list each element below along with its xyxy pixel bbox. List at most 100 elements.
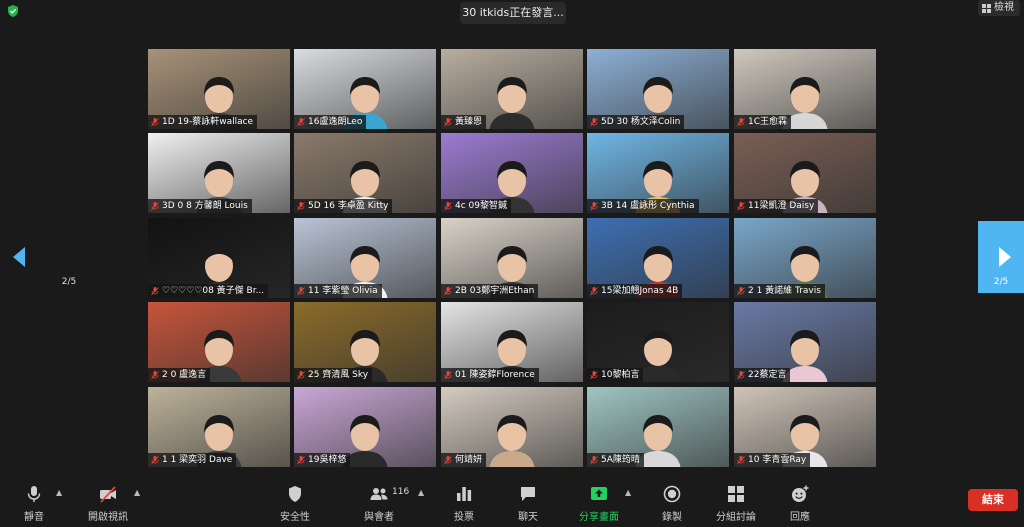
- participant-name: 何靖妍: [455, 455, 483, 465]
- participant-name-bar: 1C王愈霖: [734, 115, 792, 129]
- share-screen-icon: [591, 487, 607, 500]
- audio-options-caret-icon[interactable]: ▲: [56, 488, 62, 497]
- active-speaker-banner: 30 itkids正在發言...: [460, 2, 566, 24]
- participant-name: 11 李紫瑩 Olivia: [308, 286, 378, 296]
- participant-tile[interactable]: 11 李紫瑩 Olivia: [294, 218, 436, 298]
- mic-muted-icon: [444, 202, 452, 211]
- poll-button[interactable]: 投票: [452, 484, 476, 524]
- security-button[interactable]: 安全性: [278, 484, 312, 524]
- breakout-rooms-icon: [728, 486, 744, 502]
- participant-name-bar: 5D 16 李卓盈 Kitty: [294, 199, 393, 213]
- mic-muted-icon: [737, 202, 745, 211]
- participant-tile[interactable]: 2B 03鄭宇洲Ethan: [441, 218, 583, 298]
- participant-name: 5A陳筠晴: [601, 455, 640, 465]
- participant-name: 25 齊清風 Sky: [308, 370, 369, 380]
- participant-name: 2 0 盧逸言: [162, 370, 207, 380]
- participant-name: 15梁加翹Jonas 4B: [601, 286, 679, 296]
- participant-name-bar: 5D 30 杨文泽Colin: [587, 115, 685, 129]
- participant-tile[interactable]: 10黎柏言: [587, 302, 729, 382]
- participant-count: 116: [392, 487, 410, 497]
- chat-button[interactable]: 聊天: [516, 484, 540, 524]
- mic-muted-icon: [590, 202, 598, 211]
- participant-name-bar: 19吳梓悠: [294, 453, 351, 467]
- participant-tile[interactable]: 22蔡定言: [734, 302, 876, 382]
- participant-name-bar: 2 0 盧逸言: [148, 368, 211, 382]
- mic-muted-icon: [151, 456, 159, 465]
- next-page-indicator: 2/5: [993, 277, 1009, 287]
- participant-name: 2 1 黃諾維 Travis: [748, 286, 821, 296]
- participant-tile[interactable]: ♡♡♡♡♡08 黃子傑 Br...: [148, 218, 290, 298]
- participant-tile[interactable]: 3D 0 8 方馨朗 Louis: [148, 133, 290, 213]
- chat-bubble-icon: [521, 487, 535, 501]
- breakout-rooms-button[interactable]: 分組討論: [714, 484, 758, 524]
- mute-label: 靜音: [24, 512, 44, 523]
- reactions-button[interactable]: 回應: [786, 484, 814, 524]
- end-meeting-button[interactable]: 結束: [968, 489, 1018, 511]
- smiley-plus-icon: [792, 485, 809, 502]
- participant-tile[interactable]: 何靖妍: [441, 387, 583, 467]
- next-page-button[interactable]: 2/5: [978, 221, 1024, 293]
- participant-tile[interactable]: 1 1 梁奕羽 Dave: [148, 387, 290, 467]
- participant-tile[interactable]: 5D 16 李卓盈 Kitty: [294, 133, 436, 213]
- previous-page-button[interactable]: 2/5: [0, 221, 76, 293]
- participant-tile[interactable]: 1D 19-蔡詠軒wallace: [148, 49, 290, 129]
- participant-tile[interactable]: 11梁凱澄 Daisy: [734, 133, 876, 213]
- participant-name: 10 李青雲Ray: [748, 455, 807, 465]
- chat-label: 聊天: [518, 512, 538, 523]
- participant-tile[interactable]: 25 齊清風 Sky: [294, 302, 436, 382]
- mic-muted-icon: [297, 118, 305, 127]
- participant-tile[interactable]: 5A陳筠晴: [587, 387, 729, 467]
- share-options-caret-icon[interactable]: ▲: [625, 488, 631, 497]
- share-screen-button[interactable]: 分享畫面: [578, 484, 620, 524]
- shield-icon: [289, 486, 301, 502]
- record-button[interactable]: 錄製: [660, 484, 684, 524]
- share-screen-label: 分享畫面: [579, 512, 619, 523]
- encryption-shield-icon[interactable]: [6, 4, 20, 18]
- start-video-label: 開啟視訊: [88, 512, 128, 523]
- participant-name: 2B 03鄭宇洲Ethan: [455, 286, 535, 296]
- video-options-caret-icon[interactable]: ▲: [134, 488, 140, 497]
- start-video-button[interactable]: 開啟視訊: [86, 484, 130, 524]
- participant-tile[interactable]: 15梁加翹Jonas 4B: [587, 218, 729, 298]
- video-off-icon: [100, 486, 116, 503]
- mic-muted-icon: [151, 118, 159, 127]
- participant-name-bar: 3B 14 盧詠彤 Cynthia: [587, 199, 699, 213]
- participant-name: 5D 16 李卓盈 Kitty: [308, 201, 389, 211]
- participant-name-bar: 11梁凱澄 Daisy: [734, 199, 819, 213]
- view-label: 檢視: [994, 2, 1014, 13]
- participant-name: 19吳梓悠: [308, 455, 347, 465]
- participant-name-bar: 10黎柏言: [587, 368, 644, 382]
- participant-name: 16盧逸朗Leo: [308, 117, 363, 127]
- participant-tile[interactable]: 3B 14 盧詠彤 Cynthia: [587, 133, 729, 213]
- participant-name: ♡♡♡♡♡08 黃子傑 Br...: [162, 286, 265, 296]
- mic-muted-icon: [444, 456, 452, 465]
- participant-tile[interactable]: 5D 30 杨文泽Colin: [587, 49, 729, 129]
- participant-name-bar: 11 李紫瑩 Olivia: [294, 284, 382, 298]
- participant-video-figure: [489, 77, 535, 129]
- record-label: 錄製: [662, 512, 682, 523]
- record-icon: [663, 485, 681, 503]
- poll-chart-icon: [457, 487, 472, 501]
- participants-options-caret-icon[interactable]: ▲: [418, 488, 424, 497]
- meeting-toolbar: 靜音 ▲ 開啟視訊 ▲ 安全性 與會者 116 ▲ 投票 聊天 分享畫面 ▲ 錄…: [0, 478, 1024, 527]
- mic-muted-icon: [297, 202, 305, 211]
- participant-tile[interactable]: 2 0 盧逸言: [148, 302, 290, 382]
- participant-name: 黃臻恩: [455, 117, 483, 127]
- participant-tile[interactable]: 10 李青雲Ray: [734, 387, 876, 467]
- participants-button[interactable]: 與會者: [362, 484, 396, 524]
- participant-video-figure: [489, 415, 535, 467]
- participant-tile[interactable]: 2 1 黃諾維 Travis: [734, 218, 876, 298]
- view-button[interactable]: 檢視: [978, 0, 1020, 16]
- participant-tile[interactable]: 01 陳姿錞Florence: [441, 302, 583, 382]
- participant-tile[interactable]: 19吳梓悠: [294, 387, 436, 467]
- participant-name-bar: 4c 09黎智鍼: [441, 199, 511, 213]
- mic-muted-icon: [151, 202, 159, 211]
- participant-tile[interactable]: 4c 09黎智鍼: [441, 133, 583, 213]
- participant-name-bar: 22蔡定言: [734, 368, 791, 382]
- participant-tile[interactable]: 1C王愈霖: [734, 49, 876, 129]
- participant-tile[interactable]: 黃臻恩: [441, 49, 583, 129]
- mute-button[interactable]: 靜音: [20, 484, 48, 524]
- security-label: 安全性: [280, 512, 310, 523]
- participants-label: 與會者: [364, 512, 394, 523]
- participant-tile[interactable]: 16盧逸朗Leo: [294, 49, 436, 129]
